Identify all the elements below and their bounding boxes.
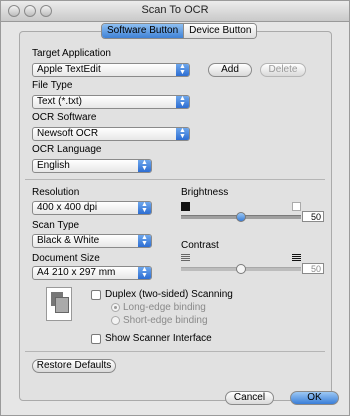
contrast-value-field[interactable]: 50 — [302, 263, 324, 274]
ocr-language-label: OCR Language — [32, 144, 102, 155]
section-divider — [25, 351, 325, 352]
popup-arrows-icon: ▲ ▼ — [176, 95, 189, 108]
document-size-value: A4 210 x 297 mm — [37, 267, 116, 278]
scan-type-popup[interactable]: Black & White ▲ ▼ — [32, 234, 152, 248]
tab-software-button[interactable]: Software Button — [102, 24, 185, 38]
dark-swatch-icon — [181, 202, 190, 211]
brightness-slider-thumb[interactable] — [236, 212, 246, 222]
resolution-label: Resolution — [32, 187, 80, 198]
contrast-slider-thumb[interactable] — [236, 264, 246, 274]
long-edge-label: Long-edge binding — [123, 302, 206, 313]
file-type-value: Text (*.txt) — [37, 96, 83, 107]
scan-type-label: Scan Type — [32, 220, 80, 231]
title-bar: Scan To OCR — [1, 1, 349, 22]
resolution-popup[interactable]: 400 x 400 dpi ▲ ▼ — [32, 201, 152, 215]
file-type-label: File Type — [32, 80, 73, 91]
ocr-software-popup[interactable]: Newsoft OCR ▲ ▼ — [32, 127, 190, 141]
document-size-popup[interactable]: A4 210 x 297 mm ▲ ▼ — [32, 266, 152, 280]
radio-selected-dot-icon — [114, 306, 117, 309]
target-application-value: Apple TextEdit — [37, 64, 101, 75]
high-contrast-icon — [292, 254, 301, 262]
brightness-label: Brightness — [181, 187, 229, 198]
popup-arrows-icon: ▲ ▼ — [138, 159, 151, 172]
ocr-software-value: Newsoft OCR — [37, 128, 99, 139]
resolution-value: 400 x 400 dpi — [37, 202, 98, 213]
duplex-checkbox[interactable] — [91, 290, 101, 300]
popup-arrows-icon: ▲ ▼ — [176, 127, 189, 140]
popup-arrows-icon: ▲ ▼ — [138, 266, 151, 279]
document-size-label: Document Size — [32, 253, 100, 264]
show-scanner-checkbox[interactable] — [91, 334, 101, 344]
cancel-button[interactable]: Cancel — [225, 391, 274, 405]
short-edge-radio[interactable] — [111, 316, 120, 325]
ok-button[interactable]: OK — [290, 391, 339, 405]
show-scanner-label: Show Scanner Interface — [105, 333, 212, 344]
popup-arrows-icon: ▲ ▼ — [176, 63, 189, 76]
popup-arrows-icon: ▲ ▼ — [138, 234, 151, 247]
section-divider — [25, 179, 325, 180]
tab-device-button[interactable]: Device Button — [184, 24, 257, 38]
ocr-language-popup[interactable]: English ▲ ▼ — [32, 159, 152, 173]
tab-bar: Software Button Device Button — [101, 23, 258, 39]
brightness-value-field[interactable]: 50 — [302, 211, 324, 222]
delete-button[interactable]: Delete — [260, 63, 306, 77]
duplex-document-icon — [46, 287, 72, 321]
scan-type-value: Black & White — [37, 235, 100, 246]
ocr-language-value: English — [37, 160, 70, 171]
ocr-software-label: OCR Software — [32, 112, 97, 123]
restore-defaults-button[interactable]: Restore Defaults — [32, 359, 116, 373]
window-title: Scan To OCR — [141, 4, 209, 16]
add-button[interactable]: Add — [208, 63, 252, 77]
popup-arrows-icon: ▲ ▼ — [138, 201, 151, 214]
target-application-popup[interactable]: Apple TextEdit ▲ ▼ — [32, 63, 190, 77]
short-edge-label: Short-edge binding — [123, 315, 208, 326]
scan-to-ocr-window: Scan To OCR Software Button Device Butto… — [0, 0, 350, 416]
long-edge-radio[interactable] — [111, 303, 120, 312]
contrast-label: Contrast — [181, 240, 219, 251]
duplex-page-back-icon — [55, 297, 69, 313]
target-application-label: Target Application — [32, 48, 111, 59]
duplex-label: Duplex (two-sided) Scanning — [105, 289, 233, 300]
low-contrast-icon — [181, 254, 190, 262]
light-swatch-icon — [292, 202, 301, 211]
file-type-popup[interactable]: Text (*.txt) ▲ ▼ — [32, 95, 190, 109]
